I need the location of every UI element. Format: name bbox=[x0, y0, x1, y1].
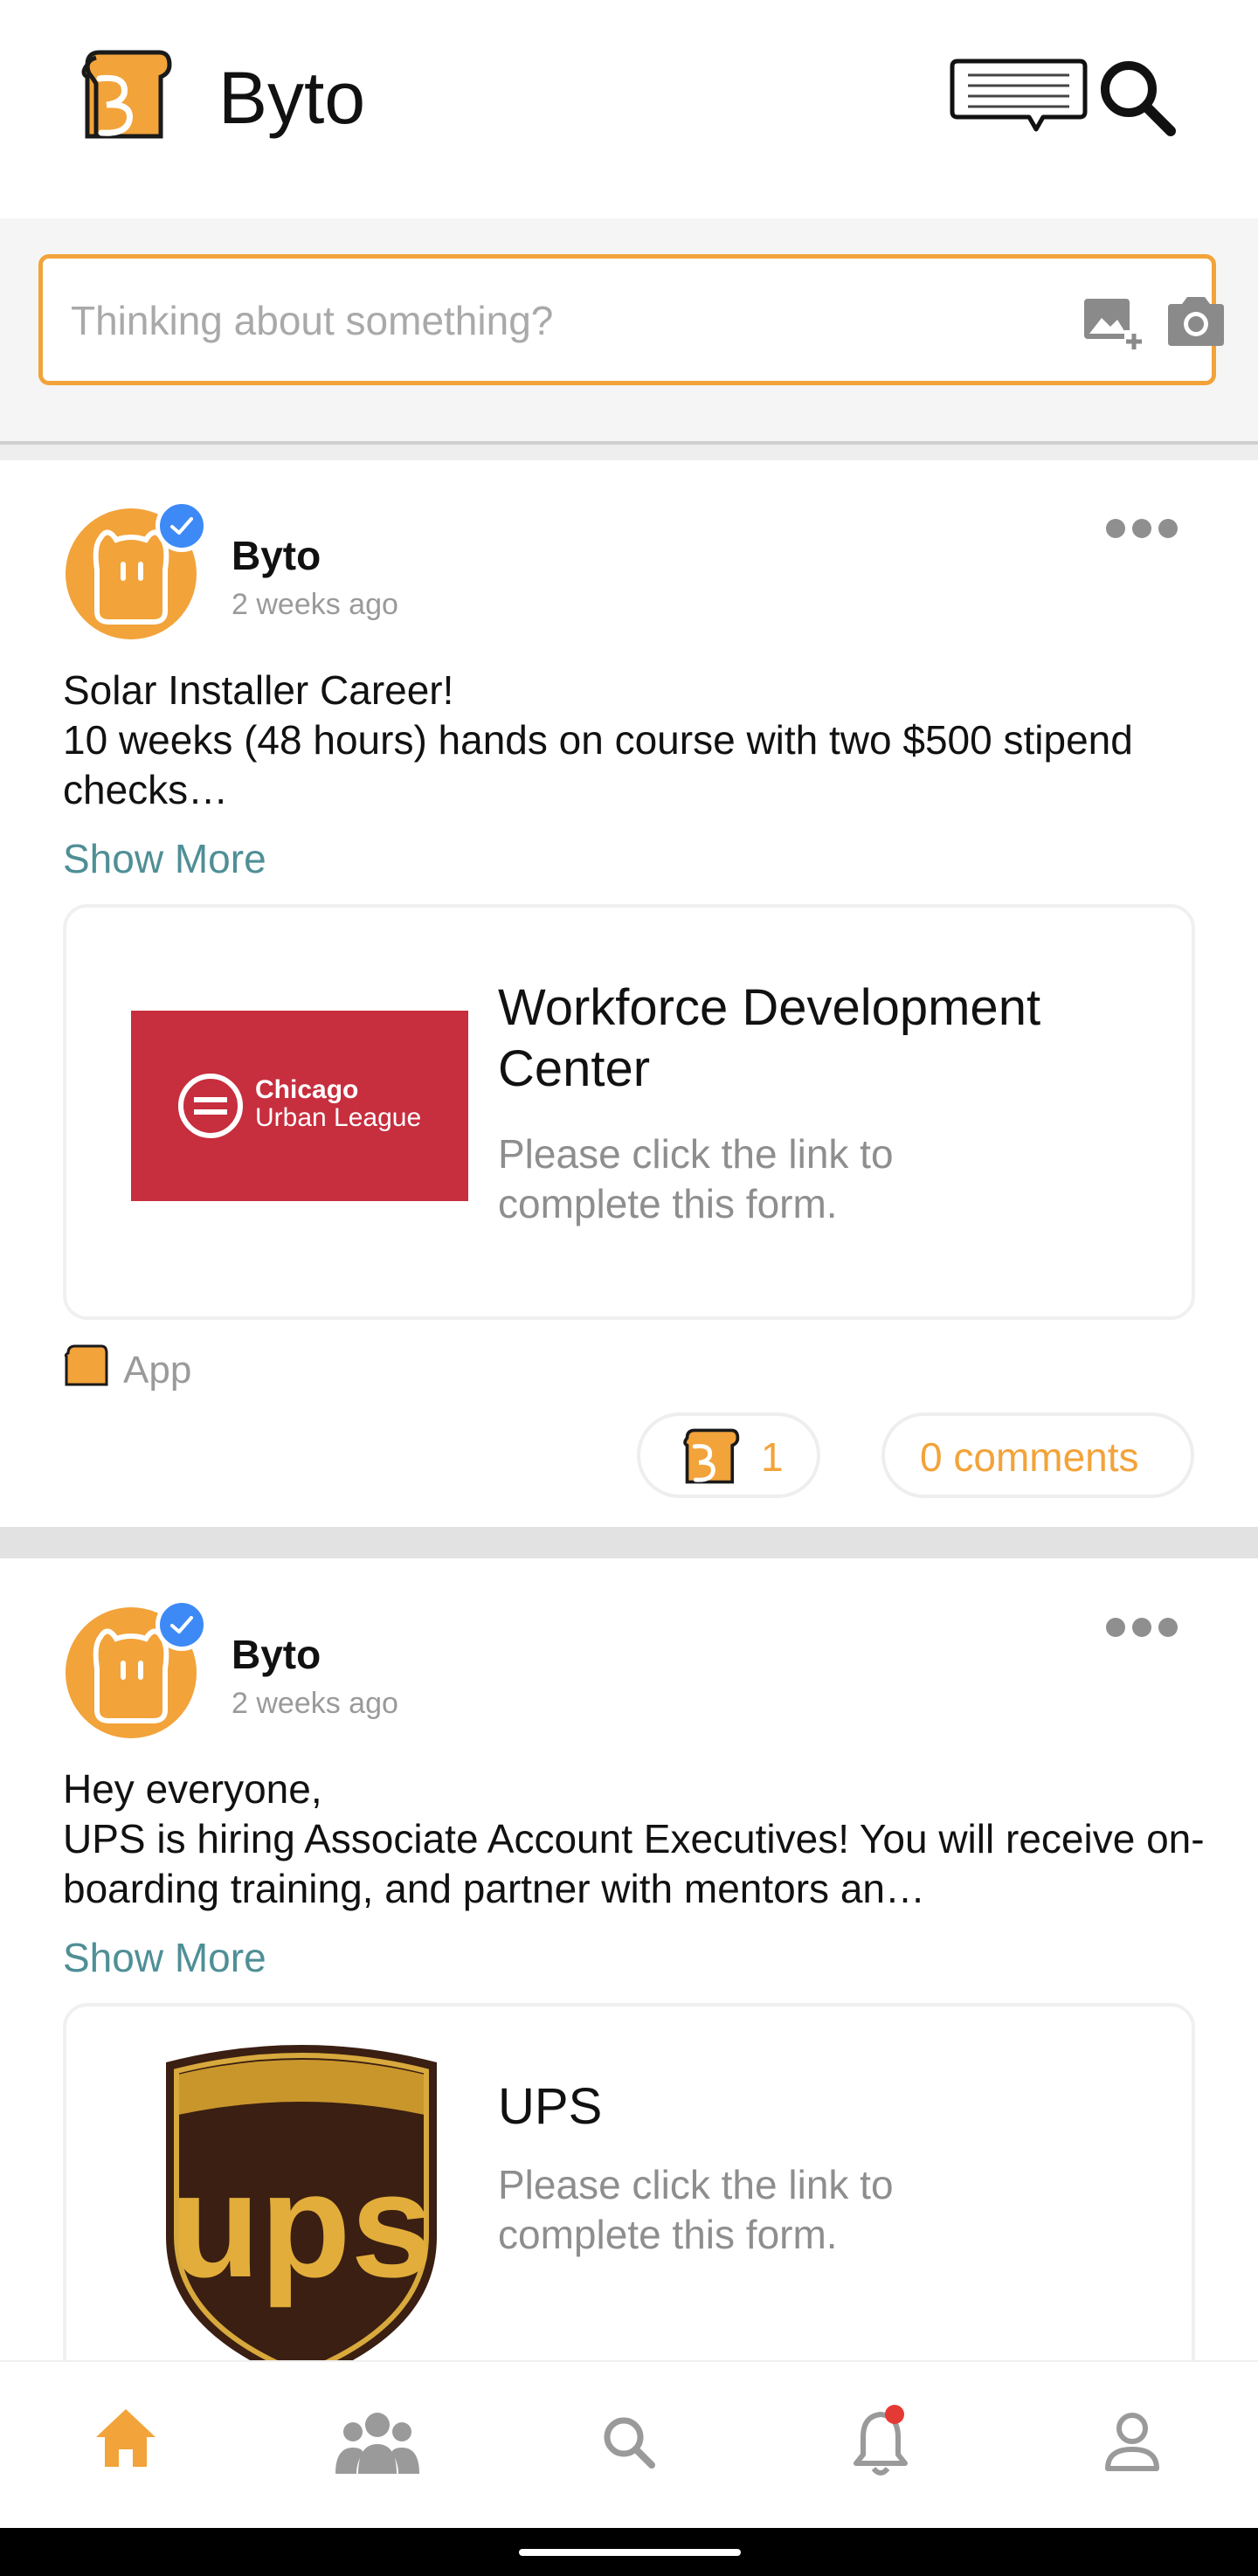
app-title: Byto bbox=[218, 57, 366, 139]
reaction-button[interactable]: 1 bbox=[637, 1412, 820, 1498]
notification-dot bbox=[885, 2405, 904, 2424]
link-card-title: Workforce Development Center bbox=[498, 979, 1041, 1097]
logo-text-line2: Urban League bbox=[255, 1103, 422, 1132]
post-time: 2 weeks ago bbox=[232, 1687, 398, 1720]
reaction-count: 1 bbox=[761, 1434, 784, 1480]
link-card-description: Please click the link to complete this f… bbox=[498, 1131, 894, 1226]
app-source-icon bbox=[64, 1344, 108, 1386]
home-indicator[interactable] bbox=[519, 2549, 741, 2556]
post-text: Solar Installer Career! 10 weeks (48 hou… bbox=[63, 667, 1133, 812]
link-preview-card[interactable]: Chicago Urban League Workforce Developme… bbox=[63, 904, 1195, 1320]
toast-b-logo-icon[interactable] bbox=[77, 49, 173, 140]
add-image-icon[interactable] bbox=[1082, 295, 1144, 351]
home-icon[interactable] bbox=[65, 2383, 187, 2505]
show-more-link[interactable]: Show More bbox=[63, 1934, 266, 1981]
verified-badge-icon bbox=[156, 500, 208, 552]
comments-count: 0 comments bbox=[920, 1434, 1139, 1480]
urban-league-equals-icon bbox=[178, 1074, 243, 1138]
feed-divider bbox=[0, 1527, 1258, 1558]
post-card: Byto 2 weeks ago Hey everyone, UPS is hi… bbox=[0, 1558, 1258, 2360]
more-options-icon[interactable] bbox=[1102, 515, 1181, 542]
chat-bubble-icon[interactable] bbox=[949, 58, 1089, 136]
show-more-link[interactable]: Show More bbox=[63, 835, 266, 882]
author-name[interactable]: Byto bbox=[232, 532, 321, 579]
post-card: Byto 2 weeks ago Solar Installer Career!… bbox=[0, 460, 1258, 1527]
verified-badge-icon bbox=[156, 1599, 208, 1651]
camera-icon[interactable] bbox=[1165, 295, 1227, 348]
bottom-navigation bbox=[0, 2360, 1258, 2528]
feed-divider bbox=[0, 441, 1258, 460]
app-header: Byto bbox=[0, 0, 1258, 218]
composer-input[interactable] bbox=[69, 259, 1033, 383]
author-name[interactable]: Byto bbox=[232, 1631, 321, 1678]
chicago-urban-league-logo: Chicago Urban League bbox=[131, 1011, 468, 1201]
more-options-icon[interactable] bbox=[1102, 1614, 1181, 1640]
toast-reaction-icon bbox=[683, 1428, 740, 1484]
search-icon[interactable] bbox=[568, 2383, 690, 2505]
search-icon[interactable] bbox=[1094, 54, 1181, 142]
post-source-label: App bbox=[123, 1349, 192, 1392]
post-composer[interactable] bbox=[38, 254, 1224, 385]
link-card-description: Please click the link to complete this f… bbox=[498, 2162, 894, 2257]
post-time: 2 weeks ago bbox=[232, 588, 398, 621]
bell-icon[interactable] bbox=[819, 2383, 942, 2505]
ups-shield-logo: ups bbox=[166, 2045, 437, 2360]
post-text: Hey everyone, UPS is hiring Associate Ac… bbox=[63, 1766, 1205, 1911]
person-icon[interactable] bbox=[1071, 2383, 1193, 2505]
link-preview-card[interactable]: ups UPS Please click the link to complet… bbox=[63, 2003, 1195, 2360]
ups-logo-text: ups bbox=[169, 2143, 433, 2309]
comments-button[interactable]: 0 comments bbox=[881, 1412, 1194, 1498]
logo-text-line1: Chicago bbox=[255, 1075, 359, 1104]
people-icon[interactable] bbox=[316, 2383, 439, 2505]
link-card-title: UPS bbox=[498, 2078, 603, 2135]
